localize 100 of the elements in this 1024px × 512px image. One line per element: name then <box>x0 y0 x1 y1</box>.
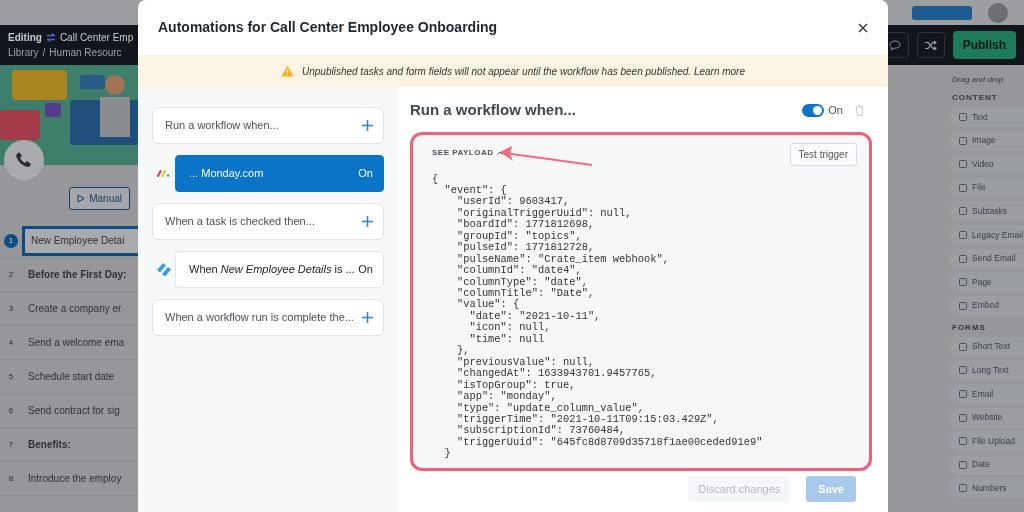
trigger-label: ... Monday.com <box>189 166 264 182</box>
breadcrumb-link[interactable]: Library <box>8 45 39 60</box>
widget-icon <box>959 254 967 263</box>
widget-icon <box>959 301 967 310</box>
code-line: "icon": null, <box>468 322 552 334</box>
workflow-name[interactable]: Call Center Emp <box>59 30 134 45</box>
trigger-status: On <box>358 262 373 278</box>
trigger-card[interactable]: When New Employee Details is ... On <box>175 251 384 288</box>
widget-item[interactable]: File Upload <box>949 431 1024 452</box>
header-button[interactable] <box>912 5 972 20</box>
widget-item[interactable]: Legacy Email <box>949 224 1024 245</box>
widget-icon <box>959 389 967 398</box>
widget-icon <box>959 460 967 469</box>
task-number: 7 <box>8 439 14 449</box>
widget-label: File <box>972 181 986 195</box>
code-line: "columnId": "date4", <box>455 265 583 277</box>
widget-label: File Upload <box>972 434 1015 448</box>
task-number: 1 <box>4 233 18 248</box>
rule-card[interactable]: When a workflow run is complete the... <box>152 299 384 336</box>
code-line: "app": "monday", <box>455 391 558 403</box>
widget-icon <box>959 113 967 121</box>
widget-item[interactable]: Image <box>949 130 1024 151</box>
widget-icon <box>959 183 967 192</box>
widget-item[interactable]: Subtasks <box>949 201 1024 222</box>
code-line: "value": { <box>455 299 521 311</box>
rule-card[interactable]: Run a workflow when... <box>152 107 384 144</box>
test-trigger-button[interactable]: Test trigger <box>789 142 857 166</box>
code-line: "time": null <box>468 333 546 346</box>
breadcrumb-link[interactable]: Human Resourc <box>49 45 122 60</box>
widget-item[interactable]: Numbers <box>949 478 1024 499</box>
widget-label: Send Email <box>972 252 1016 265</box>
plus-icon[interactable] <box>362 216 373 227</box>
task-row-selected[interactable]: New Employee Detai <box>22 225 138 256</box>
code-line: "pulseName": "Crate_item webhook", <box>455 253 670 265</box>
close-icon[interactable] <box>858 22 868 33</box>
task-title[interactable]: Schedule start date <box>22 369 115 384</box>
toggle-switch[interactable] <box>802 103 825 117</box>
task-heading[interactable]: Benefits: <box>22 437 71 452</box>
code-line: "originalTriggerUuid": null, <box>455 207 633 219</box>
widget-item[interactable]: Date <box>949 454 1024 475</box>
widget-label: Long Text <box>972 363 1009 377</box>
widget-icon <box>959 230 967 239</box>
widget-item[interactable]: Email <box>949 383 1024 404</box>
widget-label: Subtasks <box>972 205 1007 218</box>
widget-icon <box>959 207 967 216</box>
section-heading: FORMS <box>952 321 987 334</box>
widget-item[interactable]: Website <box>949 407 1024 428</box>
plus-icon[interactable] <box>362 120 373 131</box>
task-title[interactable]: Introduce the employ <box>22 471 122 486</box>
app-logo-icon <box>157 170 170 177</box>
phone-icon <box>4 140 44 180</box>
code-line: "columnType": "date", <box>455 276 589 288</box>
rule-card[interactable]: When a task is checked then... <box>152 203 384 240</box>
shuffle-icon[interactable] <box>916 32 945 58</box>
widget-item[interactable]: Long Text <box>949 360 1024 381</box>
task-title[interactable]: Create a company er <box>22 301 122 316</box>
code-line: }, <box>455 345 471 357</box>
code-line: "type": "update_column_value", <box>455 402 645 414</box>
widget-label: Embed <box>972 299 999 313</box>
widget-label: Email <box>972 387 994 401</box>
task-number: 5 <box>8 371 14 381</box>
widget-item[interactable]: Embed <box>949 295 1024 316</box>
code-line: "isTopGroup": true, <box>455 379 577 391</box>
widget-icon <box>959 278 967 287</box>
code-line: "triggerUuid": "645fc8d8709d35718f1ae00ceded91e9" <box>455 436 764 449</box>
see-payload-toggle[interactable]: SEE PAYLOAD <box>432 146 503 159</box>
widget-item[interactable]: Send Email <box>949 248 1024 269</box>
avatar[interactable] <box>988 2 1008 23</box>
task-heading[interactable]: Before the First Day: <box>22 267 127 282</box>
code-line: "pulseId": 1771812728, <box>455 242 596 254</box>
manual-button[interactable]: Manual <box>69 187 130 210</box>
learn-more-link[interactable]: Learn more <box>693 65 745 77</box>
task-title[interactable]: Send a welcome ema <box>22 335 125 350</box>
code-line: "triggerTime": "2021-10-11T09:15:03.429Z", <box>455 414 720 426</box>
widget-item[interactable]: Text <box>949 107 1024 127</box>
play-icon <box>77 194 86 203</box>
trigger-status: On <box>358 166 373 182</box>
swap-icon <box>45 33 56 42</box>
plus-icon[interactable] <box>362 312 373 323</box>
widget-item[interactable]: Page <box>949 272 1024 293</box>
code-line: "previousValue": null, <box>455 356 596 368</box>
task-title[interactable]: Send contract for sig <box>22 403 120 418</box>
publish-button[interactable]: Publish <box>952 31 1016 59</box>
detail-title: Run a workflow when... <box>410 100 576 120</box>
widget-item[interactable]: File <box>949 177 1024 198</box>
rule-label: Run a workflow when... <box>165 118 279 134</box>
widget-icon <box>959 437 967 446</box>
toggle-label: On <box>828 103 843 118</box>
code-line: { <box>432 173 440 185</box>
widget-item[interactable]: Short Text <box>949 336 1024 357</box>
code-line: "groupId": "topics", <box>455 230 583 242</box>
trigger-card[interactable]: ... Monday.com On <box>175 155 384 192</box>
widget-label: Date <box>972 458 990 472</box>
widget-icon <box>959 160 967 169</box>
widget-item[interactable]: Video <box>949 154 1024 175</box>
rule-label: When a workflow run is complete the... <box>165 310 354 326</box>
widget-label: Short Text <box>972 340 1011 354</box>
app-logo-icon <box>155 262 172 277</box>
warning-icon <box>281 65 294 77</box>
widget-icon <box>959 413 967 422</box>
